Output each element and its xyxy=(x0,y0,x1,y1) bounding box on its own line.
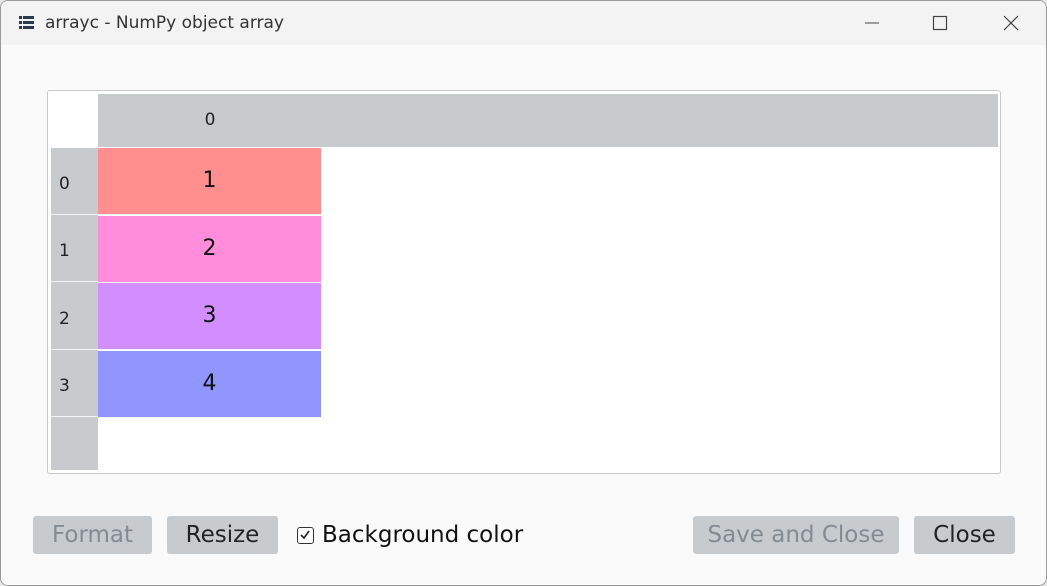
table-cell-1-0[interactable]: 2 xyxy=(98,216,321,283)
table-list-icon xyxy=(19,16,34,29)
close-window-button[interactable] xyxy=(976,1,1046,45)
check-icon xyxy=(300,530,310,539)
row-header-2[interactable]: 2 xyxy=(51,283,98,350)
close-icon xyxy=(1003,15,1019,31)
checkbox-box[interactable] xyxy=(297,526,314,544)
column-header-row: 0 xyxy=(98,94,998,147)
row-header-3[interactable]: 3 xyxy=(51,350,98,417)
table-cell-0-0[interactable]: 1 xyxy=(98,148,321,215)
maximize-icon xyxy=(932,15,948,31)
format-button[interactable]: Format xyxy=(33,516,152,554)
table-cell-3-0[interactable]: 4 xyxy=(98,351,321,418)
maximize-button[interactable] xyxy=(905,1,975,45)
array-table[interactable]: 0 0 1 2 3 1 2 3 4 xyxy=(47,90,1001,474)
save-and-close-button[interactable]: Save and Close xyxy=(693,516,899,554)
resize-button[interactable]: Resize xyxy=(167,516,278,554)
row-header-column: 0 1 2 3 xyxy=(51,148,98,470)
minimize-icon xyxy=(865,22,879,24)
table-cell-2-0[interactable]: 3 xyxy=(98,283,321,350)
minimize-button[interactable] xyxy=(837,1,907,45)
column-header-0[interactable]: 0 xyxy=(98,94,322,147)
dialog-content: 0 0 1 2 3 1 2 3 4 Format Resize Backgrou… xyxy=(1,45,1046,585)
title-bar[interactable]: arrayc - NumPy object array xyxy=(1,1,1046,45)
background-color-checkbox[interactable]: Background color xyxy=(297,522,523,548)
close-button[interactable]: Close xyxy=(914,516,1015,554)
row-header-1[interactable]: 1 xyxy=(51,215,98,282)
background-color-label: Background color xyxy=(322,522,524,548)
array-editor-window: arrayc - NumPy object array 0 0 1 2 3 1 … xyxy=(0,0,1047,586)
row-header-0[interactable]: 0 xyxy=(51,148,98,215)
window-title: arrayc - NumPy object array xyxy=(45,13,284,33)
